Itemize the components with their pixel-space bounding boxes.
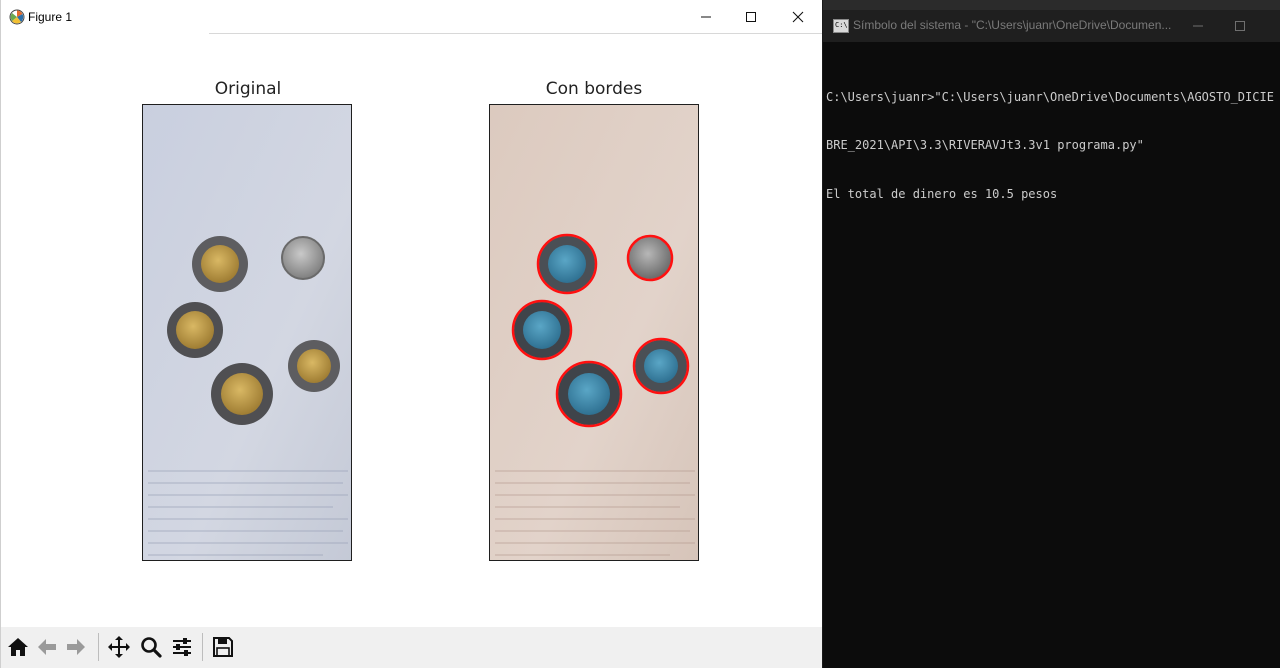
coin xyxy=(167,302,223,358)
console-output[interactable]: C:\Users\juanr>"C:\Users\juanr\OneDrive\… xyxy=(826,56,1276,235)
console-minimize-button[interactable] xyxy=(1185,12,1211,40)
minimize-icon xyxy=(1193,25,1203,27)
figure-titlebar[interactable]: Figure 1 xyxy=(1,0,822,34)
zoom-icon xyxy=(141,637,162,658)
console-line: El total de dinero es 10.5 pesos xyxy=(826,187,1058,202)
coin xyxy=(211,363,273,425)
console-titlebar[interactable]: C:\ Símbolo del sistema - "C:\Users\juan… xyxy=(823,10,1280,42)
maximize-button[interactable] xyxy=(728,0,774,34)
console-line: C:\Users\juanr>"C:\Users\juanr\OneDrive\… xyxy=(826,89,1274,104)
navigation-toolbar xyxy=(1,627,822,668)
command-prompt-window: C:\ Símbolo del sistema - "C:\Users\juan… xyxy=(823,0,1280,668)
toolbar-divider xyxy=(202,633,203,661)
save-icon xyxy=(213,637,233,657)
forward-button[interactable] xyxy=(62,632,90,662)
console-maximize-button[interactable] xyxy=(1227,12,1253,40)
home-icon xyxy=(8,638,28,656)
maximize-icon xyxy=(746,12,756,22)
coin-detected xyxy=(632,337,690,395)
close-icon xyxy=(792,11,804,23)
background-window-strip xyxy=(823,0,1280,10)
command-prompt-icon: C:\ xyxy=(833,19,849,33)
configure-subplots-button[interactable] xyxy=(168,632,196,662)
toolbar-divider xyxy=(98,633,99,661)
minimize-button[interactable] xyxy=(683,0,729,34)
forward-arrow-icon xyxy=(67,639,85,655)
matplotlib-app-icon xyxy=(9,9,25,25)
coin xyxy=(192,236,248,292)
console-line: BRE_2021\API\3.3\RIVERAVJt3.3v1 programa… xyxy=(826,138,1144,153)
coin xyxy=(288,340,340,392)
original-coins-image xyxy=(143,105,351,560)
figure-window: Figure 1 Original Con bordes xyxy=(0,0,822,668)
zoom-button[interactable] xyxy=(137,632,165,662)
coin xyxy=(281,236,325,280)
figure-title: Figure 1 xyxy=(28,10,73,24)
configure-subplots-icon xyxy=(173,638,191,656)
pan-icon xyxy=(108,636,130,658)
pan-button[interactable] xyxy=(105,632,133,662)
maximize-icon xyxy=(1235,21,1245,31)
back-arrow-icon xyxy=(38,639,56,655)
back-button[interactable] xyxy=(33,632,61,662)
home-button[interactable] xyxy=(4,632,32,662)
coin-detected xyxy=(511,299,573,361)
save-button[interactable] xyxy=(209,632,237,662)
coin-detected xyxy=(536,233,598,295)
minimize-icon xyxy=(701,16,711,18)
coin-detected xyxy=(626,234,674,282)
edges-image-panel xyxy=(489,104,699,561)
figure-canvas[interactable]: Original Con bordes xyxy=(1,34,822,627)
original-image-panel xyxy=(142,104,352,561)
edges-coins-image xyxy=(490,105,698,560)
subplot-title-original: Original xyxy=(214,79,282,99)
close-button[interactable] xyxy=(775,0,821,34)
console-title: Símbolo del sistema - "C:\Users\juanr\On… xyxy=(853,18,1172,32)
subplot-title-con-bordes: Con bordes xyxy=(545,79,643,99)
coin-detected xyxy=(555,360,623,428)
